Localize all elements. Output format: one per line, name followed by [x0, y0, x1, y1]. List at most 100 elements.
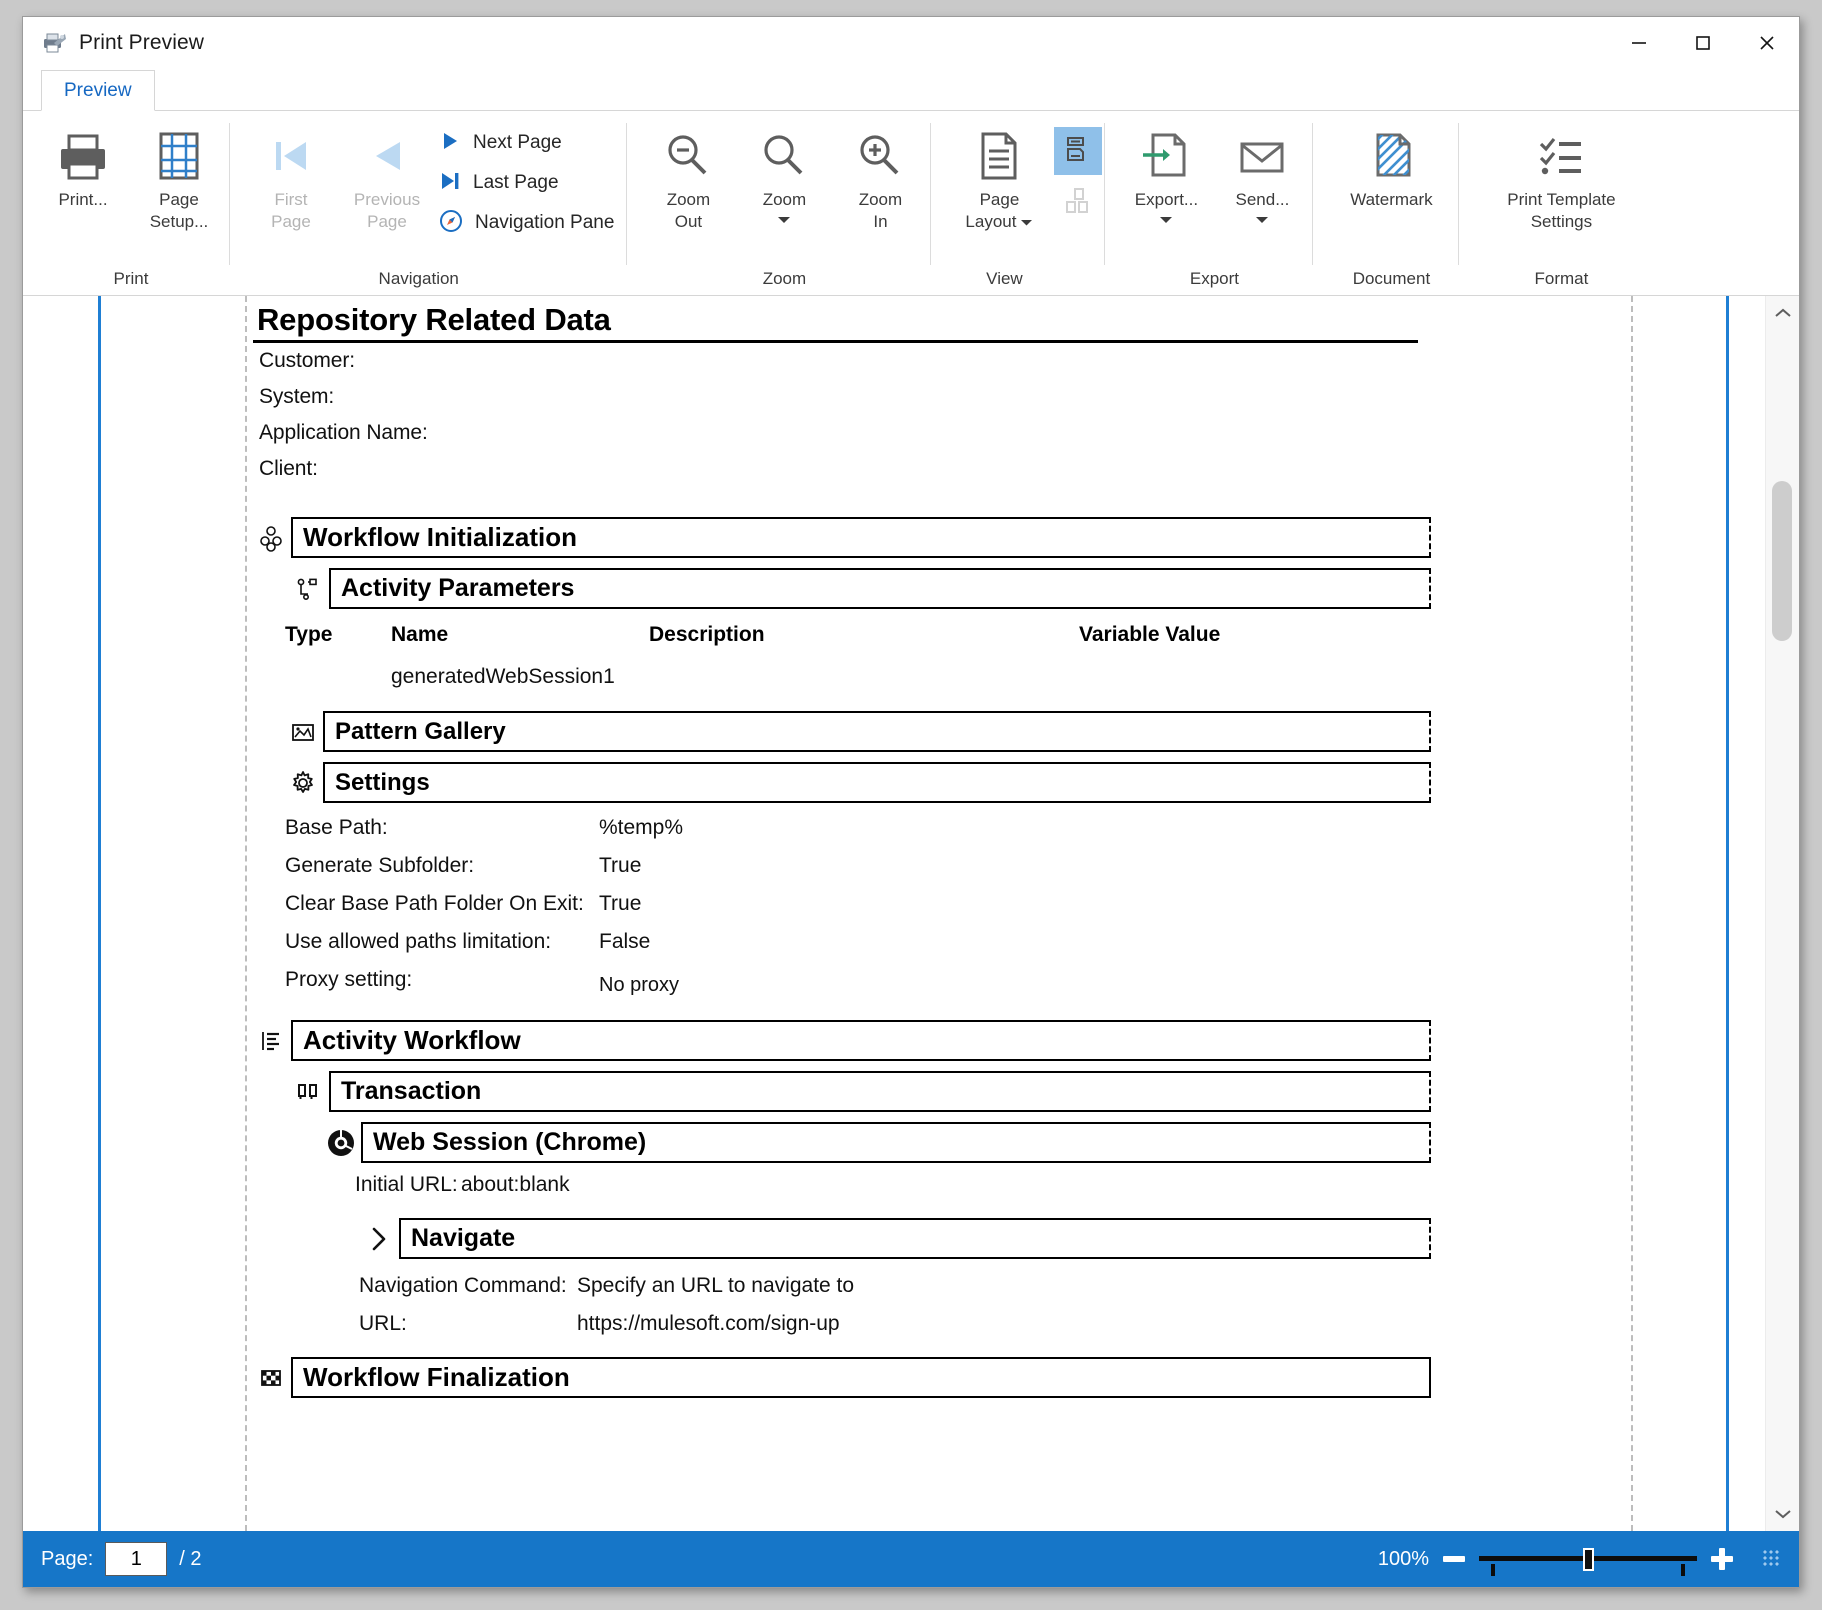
setting-value: True — [599, 854, 641, 878]
setting-row: Clear Base Path Folder On Exit: True — [251, 885, 1431, 923]
last-page-icon — [439, 170, 461, 197]
navigate-items: Navigation Command: Specify an URL to na… — [251, 1259, 1431, 1343]
zoom-in-label-line1: Zoom — [859, 190, 902, 209]
maximize-button[interactable] — [1671, 17, 1735, 69]
zoom-label: Zoom — [763, 189, 806, 211]
document-title: Repository Related Data — [251, 296, 1431, 340]
group-label-zoom: Zoom — [640, 265, 928, 295]
page-right-margin-guide — [1631, 296, 1633, 1531]
setting-key: Clear Base Path Folder On Exit: — [251, 892, 599, 916]
previous-page-button[interactable]: Previous Page — [339, 119, 435, 233]
header-field-application-name: Application Name: — [251, 415, 1431, 451]
close-button[interactable] — [1735, 17, 1799, 69]
section-title-transaction: Transaction — [329, 1071, 1431, 1112]
facing-pages-view-toggle[interactable] — [1054, 179, 1102, 227]
web-session-value: about:blank — [461, 1173, 570, 1197]
cell-type — [251, 665, 391, 689]
zoom-in-label-line2: In — [873, 212, 887, 231]
setting-row: Use allowed paths limitation: False — [251, 923, 1431, 961]
page-layout-button[interactable]: Page Layout — [944, 119, 1054, 233]
section-navigate: Navigate — [359, 1218, 1431, 1259]
navigate-key: Navigation Command: — [321, 1274, 577, 1298]
print-preview-window: Print Preview Preview — [22, 16, 1800, 1588]
chevron-down-icon[interactable] — [1254, 212, 1270, 230]
section-activity-parameters: Activity Parameters — [289, 568, 1431, 609]
checkered-flag-icon — [251, 1357, 291, 1398]
zoom-in-button[interactable]: Zoom In — [832, 119, 928, 233]
navigation-pane-label: Navigation Pane — [475, 212, 614, 234]
section-title-activity-workflow: Activity Workflow — [291, 1020, 1431, 1061]
setting-row: Generate Subfolder: True — [251, 847, 1431, 885]
navigation-small-buttons: Next Page Last Page — [435, 119, 624, 243]
send-button[interactable]: Send... — [1214, 119, 1310, 230]
navigation-pane-button[interactable]: Navigation Pane — [435, 203, 624, 243]
section-workflow-initialization: Workflow Initialization — [251, 517, 1431, 558]
setting-key: Use allowed paths limitation: — [251, 930, 599, 954]
page-setup-button-label: Page Setup... — [150, 189, 209, 233]
vertical-scrollbar[interactable] — [1765, 296, 1799, 1531]
parameters-icon — [289, 568, 329, 609]
chevron-down-icon[interactable] — [1020, 211, 1033, 233]
section-workflow-finalization: Workflow Finalization — [251, 1357, 1431, 1398]
document-preview-area: Repository Related Data Customer: System… — [23, 296, 1799, 1531]
ribbon-group-export: Export... Send... — [1104, 111, 1312, 295]
chevron-down-icon[interactable] — [1158, 212, 1174, 230]
envelope-icon — [1235, 125, 1289, 187]
section-activity-workflow: Activity Workflow — [251, 1020, 1431, 1061]
zoom-dropdown-button[interactable]: Zoom — [736, 119, 832, 230]
watermark-label: Watermark — [1350, 189, 1433, 211]
scroll-up-arrow[interactable] — [1766, 296, 1800, 330]
previous-page-icon — [362, 125, 412, 187]
zoom-out-button[interactable]: Zoom Out — [640, 119, 736, 233]
page-view[interactable]: Repository Related Data Customer: System… — [23, 296, 1765, 1531]
next-page-button[interactable]: Next Page — [435, 123, 624, 163]
export-button[interactable]: Export... — [1118, 119, 1214, 230]
zoom-controls: 100% — [1378, 1548, 1781, 1571]
setting-key: Proxy setting: — [251, 968, 599, 997]
setting-key: Generate Subfolder: — [251, 854, 599, 878]
ribbon-group-zoom: Zoom Out Zoom — [626, 111, 930, 295]
chevron-down-icon[interactable] — [776, 212, 792, 230]
section-title-settings: Settings — [323, 762, 1431, 803]
ribbon-group-view: Page Layout — [930, 111, 1104, 295]
first-page-button[interactable]: First Page — [243, 119, 339, 233]
ribbon-group-navigation: First Page Previous Page — [229, 111, 626, 295]
zoom-slider[interactable] — [1479, 1548, 1697, 1570]
print-template-settings-button[interactable]: Print Template Settings — [1472, 119, 1650, 233]
resize-grip[interactable] — [1763, 1550, 1781, 1568]
page-setup-label-line2: Setup... — [150, 212, 209, 231]
zoom-out-icon — [661, 125, 715, 187]
first-page-label-line1: First — [274, 190, 307, 209]
column-header-variable-value: Variable Value — [1079, 623, 1379, 647]
zoom-in-icon[interactable] — [1711, 1548, 1733, 1570]
section-title-workflow-finalization: Workflow Finalization — [291, 1357, 1431, 1398]
page-number-input[interactable]: 1 — [105, 1542, 167, 1576]
zoom-slider-thumb[interactable] — [1583, 1548, 1594, 1571]
print-template-settings-label: Print Template Settings — [1507, 189, 1615, 233]
watermark-button[interactable]: Watermark — [1326, 119, 1456, 211]
continuous-page-view-toggle[interactable] — [1054, 127, 1102, 175]
page-setup-button[interactable]: Page Setup... — [131, 119, 227, 233]
next-page-icon — [439, 130, 461, 157]
minimize-button[interactable] — [1607, 17, 1671, 69]
ribbon-tab-strip: Preview — [23, 69, 1799, 111]
group-label-format: Format — [1472, 265, 1650, 295]
next-page-label: Next Page — [473, 132, 562, 154]
column-header-description: Description — [649, 623, 1079, 647]
last-page-button[interactable]: Last Page — [435, 163, 624, 203]
zoom-out-icon[interactable] — [1443, 1548, 1465, 1570]
page-layout-label-line2: Layout — [965, 211, 1016, 233]
cell-description — [649, 665, 1079, 689]
image-gallery-icon — [283, 711, 323, 752]
tab-preview[interactable]: Preview — [41, 70, 155, 111]
setting-row: Base Path: %temp% — [251, 809, 1431, 847]
print-button[interactable]: Print... — [35, 119, 131, 211]
compass-icon — [439, 209, 463, 238]
scrollbar-thumb[interactable] — [1772, 481, 1792, 641]
export-document-icon — [1139, 125, 1193, 187]
chevron-right-icon — [359, 1218, 399, 1259]
previous-page-label: Previous Page — [354, 189, 420, 233]
setting-value: %temp% — [599, 816, 683, 840]
scroll-down-arrow[interactable] — [1766, 1497, 1800, 1531]
section-title-activity-parameters: Activity Parameters — [329, 568, 1431, 609]
